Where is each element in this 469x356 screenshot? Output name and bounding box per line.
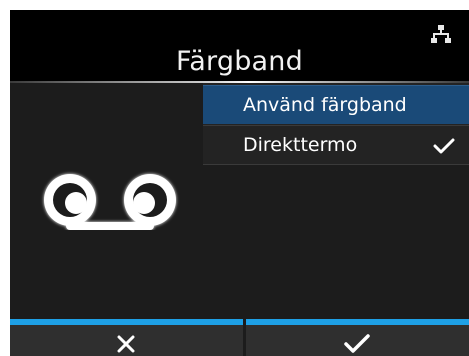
ribbon-mode-dropdown[interactable]: Använd färgband Direkttermo: [203, 83, 469, 165]
cancel-button[interactable]: [10, 319, 243, 356]
ribbon-icon: [44, 174, 176, 230]
network-icon: [431, 25, 451, 43]
option-direct-thermal[interactable]: Direkttermo: [203, 125, 469, 165]
page-title: Färgband: [176, 46, 303, 77]
footer-buttons: [10, 319, 469, 356]
option-label: Använd färgband: [243, 94, 407, 116]
close-icon: [117, 335, 135, 353]
checkmark-icon: [433, 138, 455, 154]
confirm-button[interactable]: [246, 319, 469, 356]
option-use-ribbon[interactable]: Använd färgband: [203, 85, 469, 124]
checkmark-icon: [344, 334, 370, 353]
header-bar: Färgband: [10, 10, 469, 82]
option-label: Direkttermo: [243, 134, 358, 156]
printer-display: Färgband Använd färgband Direkttermo: [10, 10, 469, 356]
